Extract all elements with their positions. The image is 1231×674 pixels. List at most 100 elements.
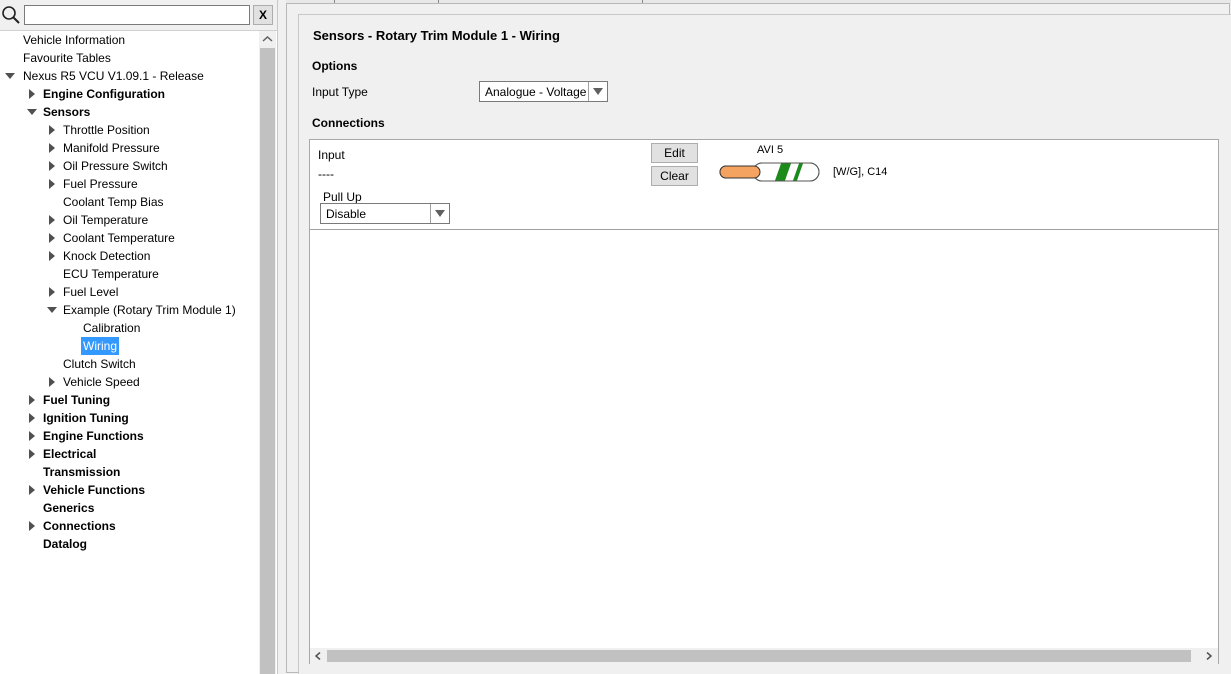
input-type-dropdown[interactable]: Analogue - Voltage (479, 81, 608, 102)
tree-item-label: Connections (43, 519, 116, 533)
tree-item[interactable]: Nexus R5 VCU V1.09.1 - Release (0, 67, 259, 85)
tree-item[interactable]: ECU Temperature (0, 265, 259, 283)
tree-item[interactable]: Vehicle Speed (0, 373, 259, 391)
tree-item-label: Oil Temperature (63, 213, 149, 227)
tree-item-label: Transmission (43, 465, 121, 479)
pull-up-dropdown[interactable]: Disable (320, 203, 450, 224)
collapse-arrow-icon[interactable] (47, 305, 57, 315)
tree-item-label: Vehicle Speed (63, 375, 140, 389)
collapse-arrow-icon[interactable] (5, 71, 15, 81)
edit-button[interactable]: Edit (651, 143, 698, 163)
search-icon[interactable] (1, 5, 21, 25)
tree-item[interactable]: Coolant Temp Bias (0, 193, 259, 211)
expand-arrow-icon[interactable] (27, 431, 37, 441)
tree-item-label: Vehicle Functions (43, 483, 146, 497)
scroll-up-arrow-icon[interactable] (259, 31, 276, 48)
tree-item[interactable]: Fuel Tuning (0, 391, 259, 409)
connections-divider (310, 229, 1218, 230)
tree-item[interactable]: Clutch Switch (0, 355, 259, 373)
tree-item[interactable]: Ignition Tuning (0, 409, 259, 427)
scroll-left-arrow-icon[interactable] (314, 652, 322, 660)
expand-arrow-icon[interactable] (47, 179, 57, 189)
tree-item-label: Wiring (81, 337, 120, 355)
tree-item-label: Fuel Tuning (43, 393, 111, 407)
tree-item[interactable]: Datalog (0, 535, 259, 553)
tree-item-label: Ignition Tuning (43, 411, 129, 425)
expand-arrow-icon[interactable] (27, 395, 37, 405)
tree-item-label: Coolant Temperature (63, 231, 175, 245)
tree-item-label: Sensors (43, 105, 91, 119)
chevron-down-icon (593, 88, 603, 95)
tree-item[interactable]: Sensors (0, 103, 259, 121)
tree-item[interactable]: Oil Temperature (0, 211, 259, 229)
tree-item[interactable]: Fuel Pressure (0, 175, 259, 193)
page-title: Sensors - Rotary Trim Module 1 - Wiring (313, 28, 560, 43)
tree-item-label: Engine Functions (43, 429, 144, 443)
tree-item[interactable]: Example (Rotary Trim Module 1) (0, 301, 259, 319)
expand-arrow-icon[interactable] (47, 233, 57, 243)
tree-item-label: Generics (43, 501, 95, 515)
expand-arrow-icon[interactable] (47, 215, 57, 225)
tree-item-label: Manifold Pressure (63, 141, 160, 155)
expand-arrow-icon[interactable] (27, 521, 37, 531)
tree-item-label: Knock Detection (63, 249, 151, 263)
input-value: ---- (318, 167, 334, 181)
tree-item-label: ECU Temperature (63, 267, 159, 281)
input-type-label: Input Type (312, 85, 368, 99)
tree-item[interactable]: Oil Pressure Switch (0, 157, 259, 175)
pin-label: AVI 5 (757, 144, 784, 156)
dropdown-button[interactable] (430, 204, 449, 223)
horizontal-scrollbar[interactable] (310, 648, 1218, 664)
tree-item-label: Fuel Pressure (63, 177, 138, 191)
tree-item[interactable]: Throttle Position (0, 121, 259, 139)
tree-item[interactable]: Coolant Temperature (0, 229, 259, 247)
tree-item-label: Example (Rotary Trim Module 1) (63, 303, 236, 317)
tree-item[interactable]: Vehicle Functions (0, 481, 259, 499)
tree-item-label: Oil Pressure Switch (63, 159, 168, 173)
expand-arrow-icon[interactable] (27, 485, 37, 495)
tree-item-label: Calibration (83, 321, 141, 335)
expand-arrow-icon[interactable] (27, 89, 37, 99)
tree-item[interactable]: Favourite Tables (0, 49, 259, 67)
expand-arrow-icon[interactable] (47, 143, 57, 153)
search-clear-button[interactable]: X (253, 5, 273, 25)
tree-item-label: Fuel Level (63, 285, 119, 299)
scroll-right-arrow-icon[interactable] (1205, 652, 1213, 660)
collapse-arrow-icon[interactable] (27, 107, 37, 117)
tree-item[interactable]: Connections (0, 517, 259, 535)
dropdown-button[interactable] (588, 82, 607, 101)
tree-item[interactable]: Fuel Level (0, 283, 259, 301)
expand-arrow-icon[interactable] (27, 449, 37, 459)
clear-button[interactable]: Clear (651, 166, 698, 186)
connections-heading: Connections (312, 116, 385, 130)
pull-up-value: Disable (326, 207, 367, 221)
tree-item-label: Engine Configuration (43, 87, 165, 101)
tree-item[interactable]: Vehicle Information (0, 31, 259, 49)
expand-arrow-icon[interactable] (27, 413, 37, 423)
tree-item[interactable]: Transmission (0, 463, 259, 481)
tree-item[interactable]: Calibration (0, 319, 259, 337)
search-input[interactable] (24, 5, 250, 25)
tree-vertical-scrollbar[interactable] (259, 31, 276, 674)
tree-item[interactable]: Wiring (0, 337, 259, 355)
tree-item[interactable]: Manifold Pressure (0, 139, 259, 157)
horizontal-scroll-thumb[interactable] (327, 650, 1191, 662)
tree-item[interactable]: Knock Detection (0, 247, 259, 265)
expand-arrow-icon[interactable] (47, 287, 57, 297)
tree-item-label: Datalog (43, 537, 88, 551)
tree-item[interactable]: Engine Configuration (0, 85, 259, 103)
tree-item[interactable]: Generics (0, 499, 259, 517)
tree-item[interactable]: Engine Functions (0, 427, 259, 445)
tree-scroll-thumb[interactable] (260, 48, 275, 674)
tree-item[interactable]: Electrical (0, 445, 259, 463)
expand-arrow-icon[interactable] (47, 251, 57, 261)
tree-item-label: Throttle Position (63, 123, 150, 137)
tree-item-label: Coolant Temp Bias (63, 195, 164, 209)
wire-icon (719, 162, 820, 182)
navigation-tree: Vehicle Information Favourite Tables Nexus… (0, 31, 259, 674)
expand-arrow-icon[interactable] (47, 161, 57, 171)
wire-info: [W/G], C14 (833, 166, 888, 178)
expand-arrow-icon[interactable] (47, 377, 57, 387)
expand-arrow-icon[interactable] (47, 125, 57, 135)
options-heading: Options (312, 59, 358, 73)
